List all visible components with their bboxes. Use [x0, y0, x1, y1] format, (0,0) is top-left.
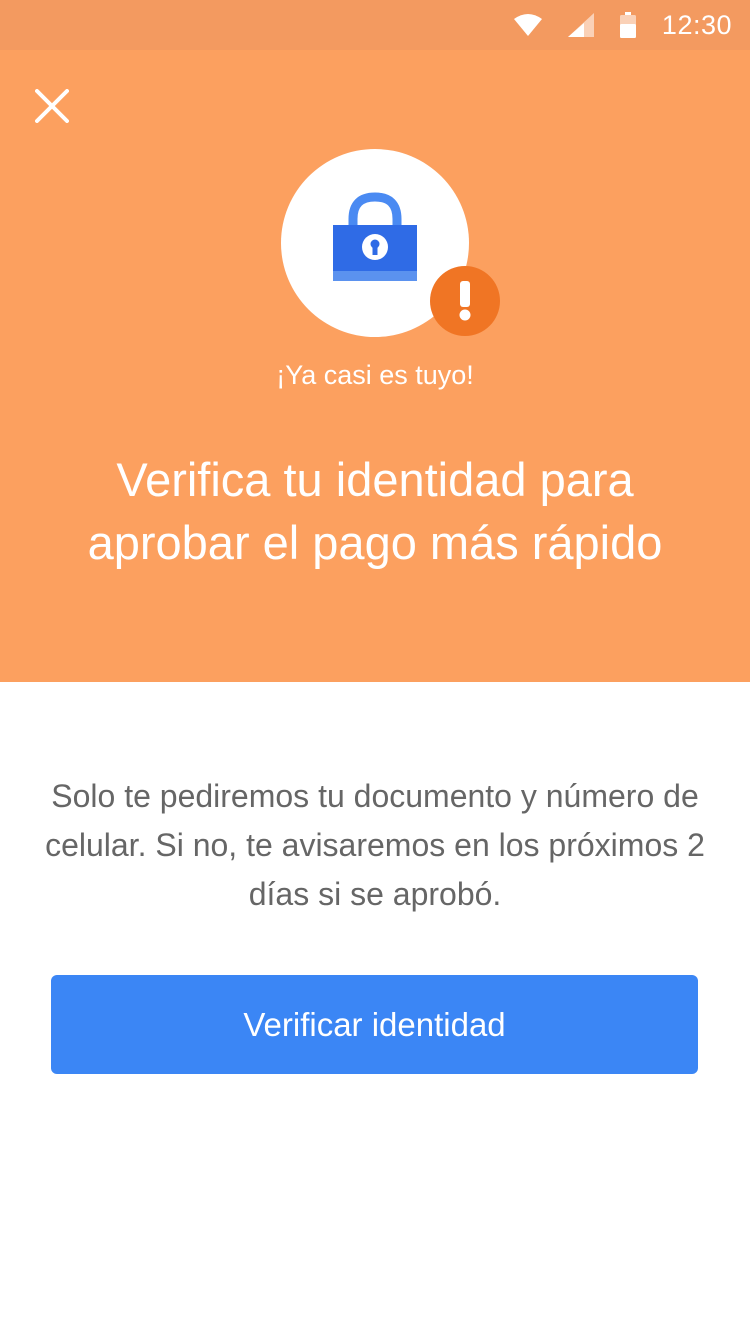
- wifi-icon: [513, 14, 542, 36]
- page-title: Verifica tu identidad para aprobar el pa…: [87, 453, 663, 569]
- close-icon: [35, 89, 69, 123]
- status-icons: 12:30: [513, 0, 732, 50]
- exclamation-icon: [459, 281, 471, 321]
- battery-icon: [619, 12, 636, 38]
- status-time: 12:30: [661, 9, 732, 40]
- alert-badge: [430, 266, 500, 336]
- verify-identity-button[interactable]: Verificar identidad: [51, 975, 698, 1074]
- subtitle: ¡Ya casi es tuyo!: [276, 360, 474, 390]
- signal-icon: [567, 13, 594, 37]
- status-bar: 12:30: [0, 0, 750, 50]
- close-button[interactable]: [22, 76, 82, 136]
- lock-icon: [333, 192, 417, 281]
- hero-panel: ¡Ya casi es tuyo! Verifica tu identidad …: [0, 50, 750, 682]
- description-text: Solo te pediremos tu documento y número …: [45, 778, 705, 912]
